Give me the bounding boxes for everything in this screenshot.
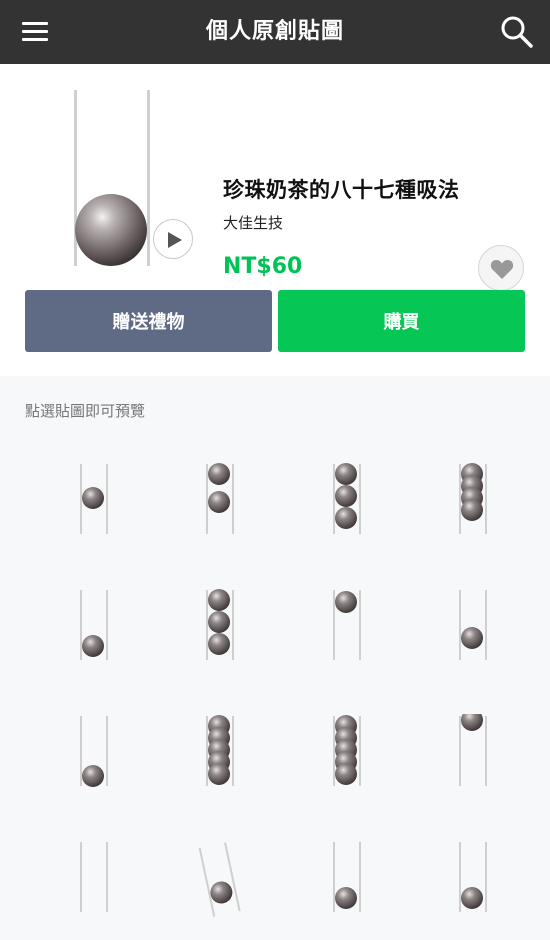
sticker-tube-image: [206, 715, 234, 786]
sticker-item[interactable]: [289, 566, 389, 676]
sticker-item[interactable]: [289, 692, 389, 802]
sticker-tube-image: [459, 714, 487, 786]
play-preview-button[interactable]: [153, 219, 193, 259]
sticker-tube-image: [459, 463, 487, 534]
sticker-tube-image: [80, 590, 108, 660]
sticker-tube-image: [333, 463, 361, 534]
author-name[interactable]: 大佳生技: [223, 212, 283, 233]
sticker-tube-image: [459, 842, 487, 912]
sticker-item[interactable]: [162, 818, 262, 928]
sticker-tube-image: [333, 590, 361, 660]
sticker-tube-image: [198, 842, 241, 917]
sticker-tube-image: [80, 716, 108, 787]
gift-button[interactable]: 贈送禮物: [25, 290, 272, 352]
menu-icon[interactable]: [22, 20, 48, 44]
top-bar: 個人原創貼圖: [0, 0, 550, 64]
sticker-tube-image: [206, 463, 234, 534]
sticker-item[interactable]: [36, 566, 136, 676]
sticker-item[interactable]: [415, 440, 515, 550]
sticker-tube-image: [206, 589, 234, 660]
sticker-item[interactable]: [36, 818, 136, 928]
sticker-item[interactable]: [162, 440, 262, 550]
sticker-tube-image: [333, 715, 361, 786]
preview-hint: 點選貼圖即可預覽: [25, 402, 146, 420]
price: NT$60: [223, 254, 303, 279]
sticker-tube-image: [80, 842, 108, 912]
search-icon[interactable]: [500, 15, 534, 49]
sticker-tube-image: [80, 464, 108, 534]
sticker-item[interactable]: [36, 440, 136, 550]
product-name: 珍珠奶茶的八十七種吸法: [223, 178, 460, 202]
buy-button[interactable]: 購買: [278, 290, 525, 352]
sticker-item[interactable]: [415, 818, 515, 928]
sticker-tube-image: [459, 590, 487, 660]
main-sticker-image[interactable]: [68, 90, 160, 266]
page-title: 個人原創貼圖: [205, 19, 344, 44]
sticker-item[interactable]: [162, 566, 262, 676]
sticker-item[interactable]: [162, 692, 262, 802]
heart-icon: [490, 259, 514, 279]
sticker-item[interactable]: [289, 818, 389, 928]
sticker-item[interactable]: [415, 566, 515, 676]
sticker-item[interactable]: [36, 692, 136, 802]
play-icon: [168, 232, 182, 248]
sticker-tube-image: [333, 842, 361, 912]
sticker-item[interactable]: [415, 692, 515, 802]
favorite-button[interactable]: [478, 245, 524, 291]
sticker-item[interactable]: [289, 440, 389, 550]
